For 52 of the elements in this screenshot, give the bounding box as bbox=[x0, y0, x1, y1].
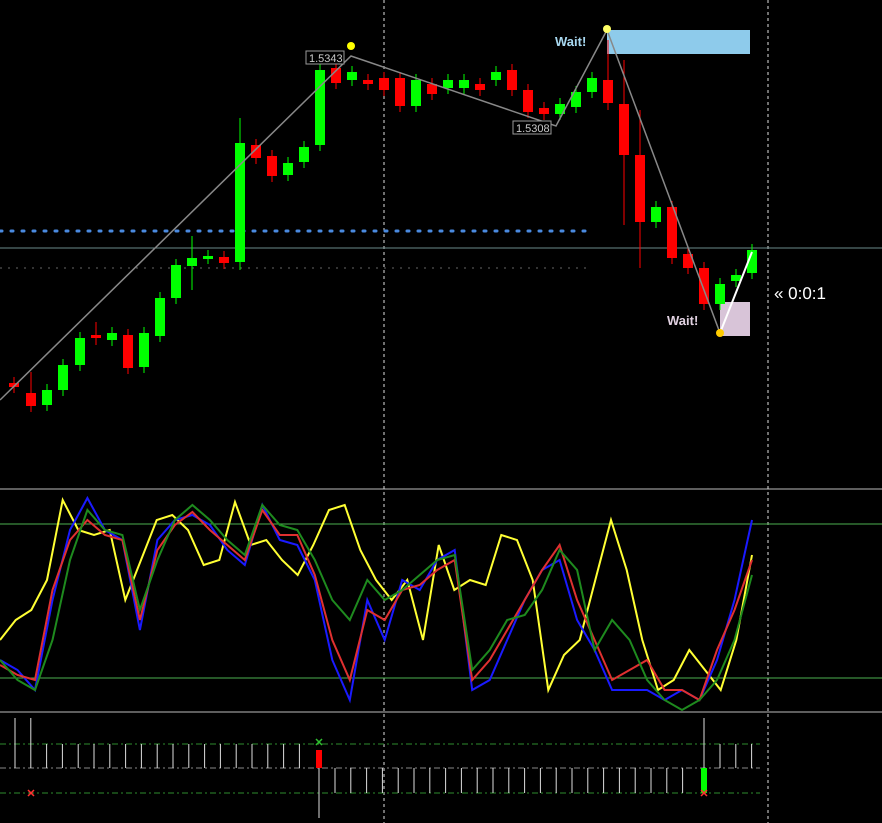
candlestick bbox=[75, 332, 85, 372]
candlestick bbox=[107, 326, 117, 346]
candlestick bbox=[683, 248, 693, 274]
candlestick bbox=[427, 78, 437, 100]
candlestick bbox=[379, 72, 389, 96]
candlestick bbox=[187, 236, 197, 290]
candlestick bbox=[411, 74, 421, 112]
countdown-timer: « 0:0:1 bbox=[774, 284, 826, 303]
signal-label: Wait! bbox=[667, 313, 698, 328]
candlestick bbox=[571, 86, 581, 114]
candlestick bbox=[9, 376, 19, 394]
swing-point-icon bbox=[347, 42, 355, 50]
candlestick bbox=[347, 66, 357, 86]
candlestick bbox=[91, 322, 101, 346]
candlestick bbox=[731, 268, 741, 288]
candlestick bbox=[395, 72, 405, 112]
candlestick bbox=[715, 278, 725, 310]
candlestick bbox=[507, 64, 517, 96]
candlestick bbox=[651, 200, 661, 228]
candlestick bbox=[539, 102, 549, 120]
candlestick bbox=[299, 140, 309, 168]
candlestick bbox=[443, 74, 453, 94]
candlestick bbox=[491, 66, 501, 86]
candlestick bbox=[363, 74, 373, 90]
candlestick bbox=[219, 250, 229, 270]
candlestick bbox=[283, 156, 293, 182]
candlestick bbox=[155, 292, 165, 342]
candlestick bbox=[587, 72, 597, 98]
candlestick bbox=[26, 372, 36, 412]
cross-marker-icon bbox=[315, 738, 323, 746]
price-label: 1.5343 bbox=[306, 50, 344, 65]
candlestick bbox=[523, 84, 533, 118]
candlestick bbox=[747, 244, 757, 280]
candlestick bbox=[42, 384, 52, 412]
swing-point-icon bbox=[716, 329, 724, 337]
candlestick bbox=[203, 250, 213, 264]
candlestick bbox=[58, 358, 68, 396]
candlestick bbox=[123, 328, 133, 374]
price-label: 1.5308 bbox=[512, 120, 552, 135]
candlestick bbox=[555, 98, 565, 120]
candlestick bbox=[475, 78, 485, 96]
cross-marker-icon bbox=[27, 789, 35, 797]
candlestick bbox=[667, 200, 677, 264]
cross-marker-icon bbox=[700, 789, 708, 797]
candlestick bbox=[171, 258, 181, 304]
candlestick bbox=[603, 40, 613, 110]
candlestick bbox=[251, 138, 261, 164]
candlestick bbox=[267, 150, 277, 182]
swing-point-icon bbox=[603, 25, 611, 33]
candlestick bbox=[139, 326, 149, 374]
signal-label: Wait! bbox=[555, 34, 586, 49]
candlestick bbox=[459, 74, 469, 94]
